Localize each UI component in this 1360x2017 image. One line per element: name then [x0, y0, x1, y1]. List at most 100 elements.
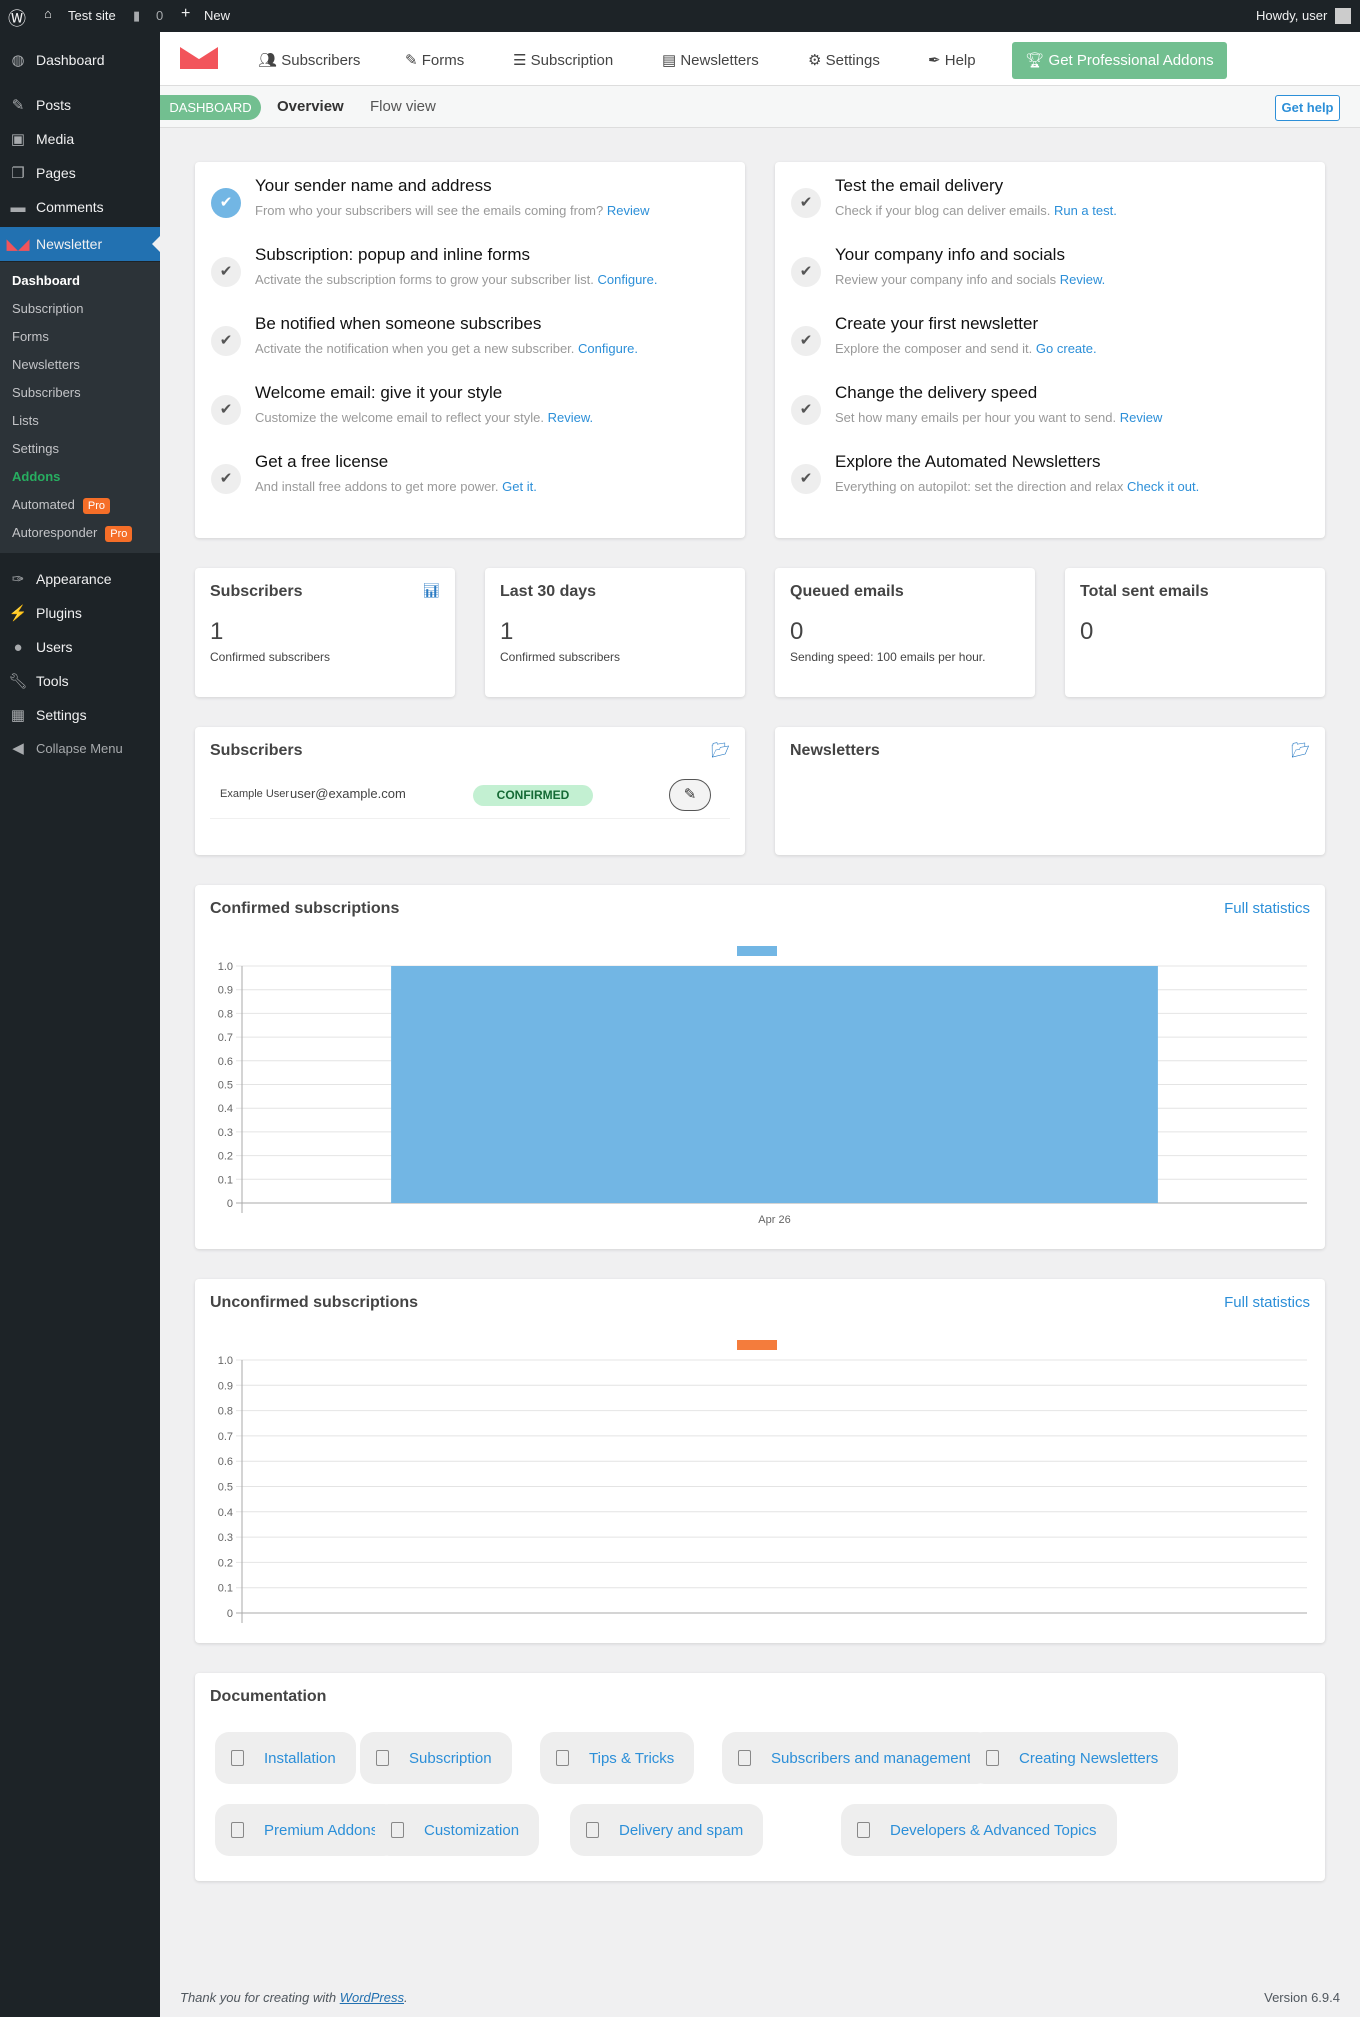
bookmark-icon [391, 1822, 404, 1838]
y-tick-label: 1.0 [218, 1355, 233, 1367]
admin-sidebar: ◍ Dashboard ✎ Posts ▣ Media ❐ Pages ▬ Comment… [0, 32, 160, 2017]
nav-help[interactable]: ✒ Help [928, 51, 976, 69]
legend-swatch[interactable] [737, 946, 777, 956]
checklist-link[interactable]: Review. [1060, 272, 1106, 287]
sidebar-item-settings[interactable]: ▦ Settings [0, 698, 160, 732]
wordpress-logo-icon[interactable]: Ⓦ [8, 5, 26, 31]
avatar[interactable] [1335, 8, 1351, 24]
sidebar-item-posts[interactable]: ✎ Posts [0, 88, 160, 122]
doc-link[interactable]: Developers & Advanced Topics [841, 1804, 1117, 1856]
chart-icon[interactable]: 📊︎ [422, 582, 440, 599]
sidebar-item-appearance[interactable]: ✑ Appearance [0, 562, 160, 596]
doc-link[interactable]: Premium Addons [215, 1804, 399, 1856]
bar[interactable] [391, 966, 1158, 1203]
submenu-addons[interactable]: Addons [12, 469, 60, 484]
comments-count[interactable]: 0 [156, 8, 163, 23]
nav-subscribers[interactable]: 👥︎ Subscribers [258, 51, 360, 69]
plugin-nav: 👥︎ Subscribers ✎ Forms ☰ Subscription ▤ … [160, 32, 1360, 86]
get-pro-addons-button[interactable]: 🏆︎ Get Professional Addons [1012, 42, 1227, 79]
wordpress-link[interactable]: WordPress [340, 1990, 404, 2005]
sidebar-item-pages[interactable]: ❐ Pages [0, 156, 160, 190]
subscriber-row: Example User user@example.com CONFIRMED … [210, 779, 730, 819]
get-help-button[interactable]: Get help [1275, 95, 1340, 121]
stat-card: Queued emails 0 Sending speed: 100 emails … [775, 568, 1035, 697]
checklist-link[interactable]: Go create. [1036, 341, 1097, 356]
submenu-subscription[interactable]: Subscription [12, 301, 84, 316]
x-tick-label: Apr 26 [758, 1214, 790, 1226]
sidebar-item-dashboard[interactable]: ◍ Dashboard [0, 43, 160, 77]
submenu-dashboard[interactable]: Dashboard [12, 273, 80, 288]
sidebar-item-media[interactable]: ▣ Media [0, 122, 160, 156]
subscriber-email[interactable]: user@example.com [290, 786, 406, 801]
tab-flow-view[interactable]: Flow view [370, 98, 436, 115]
sidebar-item-comments[interactable]: ▬ Comments [0, 190, 160, 224]
doc-link[interactable]: Tips & Tricks [540, 1732, 695, 1784]
checklist-link[interactable]: Review [1120, 410, 1163, 425]
sidebar-item-users[interactable]: ● Users [0, 630, 160, 664]
nav-settings[interactable]: ⚙ Settings [808, 51, 880, 69]
folder-open-icon[interactable]: 📂︎ [711, 741, 730, 759]
checklist-link[interactable]: Configure. [597, 272, 657, 287]
site-link[interactable]: Test site [68, 8, 116, 23]
checklist-link[interactable]: Configure. [578, 341, 638, 356]
edit-subscriber-button[interactable]: ✎ [669, 779, 711, 811]
nav-forms[interactable]: ✎ Forms [405, 51, 464, 69]
y-tick-label: 0.9 [218, 1380, 233, 1392]
y-tick-label: 0.7 [218, 1431, 233, 1443]
users-icon: 👥︎ [258, 52, 282, 69]
tab-overview[interactable]: Overview [277, 98, 344, 115]
folder-open-icon[interactable]: 📂︎ [1291, 741, 1310, 759]
collapse-menu[interactable]: ◀ Collapse Menu [0, 731, 160, 765]
check-icon: ✔ [211, 257, 241, 287]
new-link[interactable]: New [204, 8, 230, 23]
doc-link[interactable]: Installation [215, 1732, 356, 1784]
pro-badge: Pro [82, 498, 110, 514]
checklist-title: Change the delivery speed [835, 383, 1038, 402]
submenu-subscribers[interactable]: Subscribers [12, 385, 81, 400]
y-tick-label: 0.1 [218, 1583, 233, 1595]
doc-link[interactable]: Creating Newsletters [970, 1732, 1179, 1784]
media-icon: ▣ [10, 131, 26, 148]
checklist-link[interactable]: Get it. [502, 479, 537, 494]
nav-subscription[interactable]: ☰ Subscription [513, 51, 613, 69]
unconfirmed-chart: 0 0.1 0.2 0.3 0.4 0.5 0.6 0.7 0.8 0.9 1.0 [218, 1340, 1307, 1623]
checklist-desc: Activate the subscription forms to grow … [255, 272, 658, 287]
confirmed-chart-card: Confirmed subscriptions Full statistics … [195, 885, 1325, 1249]
user-icon: ● [13, 638, 23, 656]
submenu-lists[interactable]: Lists [12, 413, 39, 428]
checklist-right: ✔ Test the email delivery Check if your bl… [775, 162, 1325, 538]
submenu-newsletters[interactable]: Newsletters [12, 357, 80, 372]
bookmark-icon [231, 1822, 244, 1838]
sidebar-item-tools[interactable]: 🔧︎ Tools [0, 664, 160, 698]
checklist-link[interactable]: Check it out. [1127, 479, 1199, 494]
doc-link[interactable]: Subscription [360, 1732, 512, 1784]
stat-card: Subscribers 1 Confirmed subscribers 📊︎ [195, 568, 455, 697]
submenu-autoresponder[interactable]: Autoresponder Pro [12, 525, 133, 542]
y-tick-label: 1.0 [218, 961, 233, 973]
checklist-link[interactable]: Run a test. [1054, 203, 1117, 218]
sidebar-item-newsletter[interactable]: ◣◢ Newsletter [0, 227, 160, 261]
home-icon: ⌂ [44, 6, 52, 21]
checklist-item: ✔ Your company info and socials Review you… [791, 245, 1311, 305]
legend-swatch[interactable] [737, 1340, 777, 1350]
stat-value: 0 [1080, 618, 1094, 645]
dashboard-pill[interactable]: DASHBOARD [160, 95, 261, 120]
sidebar-item-plugins[interactable]: ⚡ Plugins [0, 596, 160, 630]
checklist-title: Welcome email: give it your style [255, 383, 503, 402]
howdy-user[interactable]: Howdy, user [1256, 8, 1327, 23]
submenu-forms[interactable]: Forms [12, 329, 49, 344]
y-tick-label: 0.8 [218, 1406, 233, 1418]
doc-link[interactable]: Subscribers and management [722, 1732, 992, 1784]
bookmark-icon [986, 1750, 999, 1766]
newsletter-logo[interactable] [180, 47, 218, 69]
nav-newsletters[interactable]: ▤ Newsletters [662, 51, 759, 69]
doc-link[interactable]: Customization [375, 1804, 540, 1856]
stat-sub: Confirmed subscribers [210, 650, 331, 664]
submenu-automated[interactable]: Automated Pro [12, 497, 110, 514]
checklist-link[interactable]: Review [607, 203, 650, 218]
doc-link[interactable]: Delivery and spam [570, 1804, 764, 1856]
checklist-desc: From who your subscribers will see the e… [255, 203, 650, 218]
checklist-link[interactable]: Review. [548, 410, 594, 425]
submenu-settings[interactable]: Settings [12, 441, 59, 456]
y-tick-label: 0.1 [218, 1174, 233, 1186]
